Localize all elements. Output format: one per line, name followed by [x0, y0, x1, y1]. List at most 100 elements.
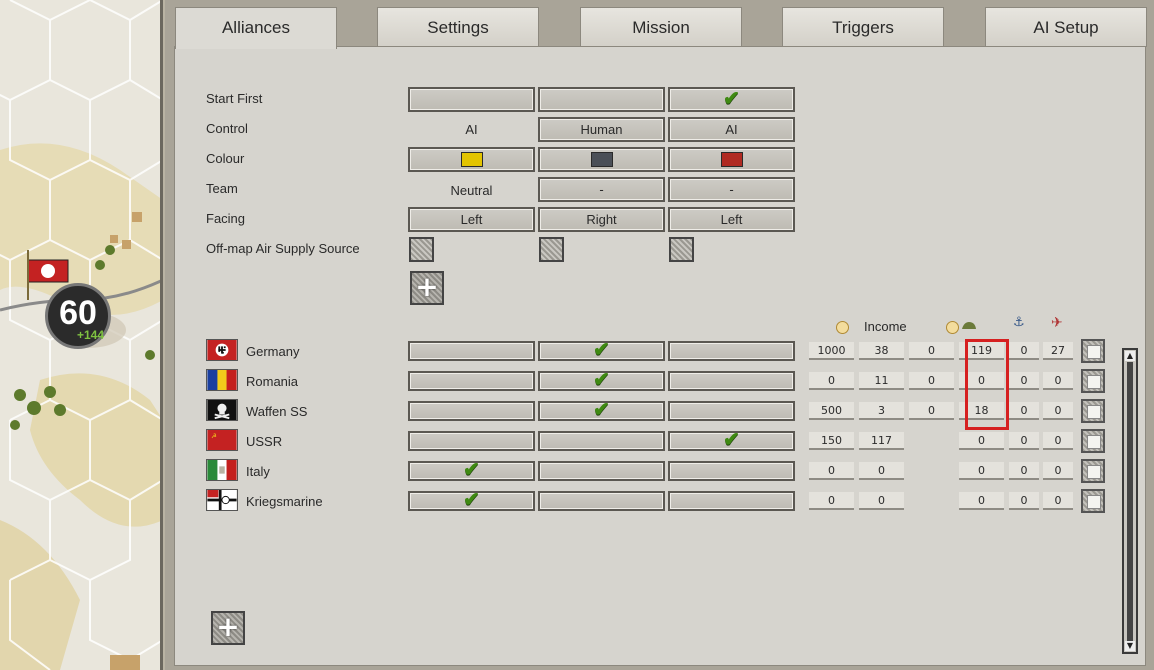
flag-germany-icon	[206, 339, 238, 361]
control-button-2[interactable]: Human	[538, 117, 665, 142]
faction-alliance-1-toggle[interactable]: ✔	[408, 489, 535, 511]
air-supply-toggle-3[interactable]	[669, 237, 694, 262]
faction-alliance-2-toggle[interactable]: ✔	[538, 339, 665, 361]
faction-alliance-3-toggle[interactable]	[668, 401, 795, 421]
faction-naval-field[interactable]: 0	[1009, 402, 1039, 420]
faction-alliance-2-toggle[interactable]	[538, 491, 665, 511]
colour-button-3[interactable]	[668, 147, 795, 172]
faction-c2-field[interactable]: 117	[859, 432, 904, 450]
faction-income-field[interactable]: 1000	[809, 342, 854, 360]
faction-name: Kriegsmarine	[246, 494, 323, 509]
colour-button-1[interactable]	[408, 147, 535, 172]
faction-naval-field[interactable]: 0	[1009, 492, 1039, 510]
checkmark-icon: ✔	[593, 399, 610, 421]
colour-button-2[interactable]	[538, 147, 665, 172]
faction-income-field[interactable]: 0	[809, 462, 854, 480]
faction-alliance-2-toggle[interactable]: ✔	[538, 369, 665, 391]
faction-alliance-1-toggle[interactable]	[408, 371, 535, 391]
checkmark-icon: ✔	[593, 339, 610, 361]
faction-alliance-1-toggle[interactable]: ✔	[408, 460, 535, 481]
faction-c2-field[interactable]: 0	[859, 492, 904, 510]
scroll-thumb[interactable]	[1127, 362, 1133, 644]
faction-land-field[interactable]: 0	[959, 492, 1004, 510]
add-alliance-button[interactable]: +	[410, 271, 444, 305]
scroll-up-icon[interactable]: ▲	[1125, 351, 1135, 361]
faction-land-field[interactable]: 0	[959, 432, 1004, 450]
unit-strength: 60	[59, 294, 97, 332]
checkmark-icon: ✔	[593, 369, 610, 391]
faction-alliance-3-toggle[interactable]: ✔	[668, 430, 795, 451]
faction-alliance-1-toggle[interactable]	[408, 431, 535, 451]
faction-air-field[interactable]: 0	[1043, 372, 1073, 390]
faction-alliance-1-toggle[interactable]	[408, 341, 535, 361]
faction-options-button[interactable]	[1081, 339, 1105, 363]
faction-name: Germany	[246, 344, 300, 359]
faction-name: Italy	[246, 464, 270, 479]
facing-button-2[interactable]: Right	[538, 207, 665, 232]
start-first-toggle-3[interactable]: ✔	[668, 87, 795, 112]
faction-c2-field[interactable]: 0	[859, 462, 904, 480]
tab-settings[interactable]: Settings	[377, 7, 539, 47]
faction-options-button[interactable]	[1081, 429, 1105, 453]
faction-options-button[interactable]	[1081, 459, 1105, 483]
faction-alliance-2-toggle[interactable]	[538, 461, 665, 481]
faction-income-field[interactable]: 500	[809, 402, 854, 420]
faction-naval-field[interactable]: 0	[1009, 372, 1039, 390]
unit-strength-badge[interactable]: 60 +144	[45, 283, 111, 349]
faction-scrollbar[interactable]: ▲ ▼	[1122, 348, 1138, 654]
faction-land-field[interactable]: 0	[959, 462, 1004, 480]
tab-triggers[interactable]: Triggers	[782, 7, 944, 47]
tab-mission[interactable]: Mission	[580, 7, 742, 47]
team-button-2[interactable]: -	[538, 177, 665, 202]
facing-button-3[interactable]: Left	[668, 207, 795, 232]
faction-options-button[interactable]	[1081, 489, 1105, 513]
map-view[interactable]: 60 +144	[0, 0, 163, 670]
start-first-toggle-2[interactable]	[538, 87, 665, 112]
faction-options-button[interactable]	[1081, 369, 1105, 393]
faction-naval-field[interactable]: 0	[1009, 432, 1039, 450]
team-value-1: Neutral	[450, 183, 493, 198]
faction-alliance-3-toggle[interactable]	[668, 341, 795, 361]
faction-c2-field[interactable]: 11	[859, 372, 904, 390]
faction-c3-field[interactable]: 0	[909, 372, 954, 390]
checkmark-icon: ✔	[463, 489, 480, 511]
faction-air-field[interactable]: 0	[1043, 492, 1073, 510]
income-header: Income	[864, 319, 907, 334]
faction-air-field[interactable]: 0	[1043, 402, 1073, 420]
start-first-label: Start First	[206, 91, 263, 106]
faction-options-button[interactable]	[1081, 399, 1105, 423]
faction-naval-field[interactable]: 0	[1009, 342, 1039, 360]
facing-button-1[interactable]: Left	[408, 207, 535, 232]
flag-kriegsmarine-icon	[206, 489, 238, 511]
naval-anchor-icon: ⚓	[1013, 315, 1025, 330]
faction-alliance-3-toggle[interactable]	[668, 461, 795, 481]
faction-air-field[interactable]: 0	[1043, 432, 1073, 450]
scroll-down-icon[interactable]: ▼	[1125, 641, 1135, 651]
tab-ai-setup[interactable]: AI Setup	[985, 7, 1147, 47]
air-supply-toggle-2[interactable]	[539, 237, 564, 262]
tab-alliances[interactable]: Alliances	[175, 7, 337, 49]
start-first-toggle-1[interactable]	[408, 87, 535, 112]
faction-alliance-1-toggle[interactable]	[408, 401, 535, 421]
faction-c3-field[interactable]: 0	[909, 402, 954, 420]
faction-naval-field[interactable]: 0	[1009, 462, 1039, 480]
prestige-coin-icon	[946, 321, 959, 334]
faction-air-field[interactable]: 0	[1043, 462, 1073, 480]
faction-c2-field[interactable]: 38	[859, 342, 904, 360]
faction-income-field[interactable]: 150	[809, 432, 854, 450]
faction-income-field[interactable]: 0	[809, 372, 854, 390]
control-value-1: AI	[465, 122, 478, 137]
faction-alliance-2-toggle[interactable]: ✔	[538, 399, 665, 421]
control-button-3[interactable]: AI	[668, 117, 795, 142]
faction-c3-field[interactable]: 0	[909, 342, 954, 360]
faction-air-field[interactable]: 27	[1043, 342, 1073, 360]
team-button-3[interactable]: -	[668, 177, 795, 202]
faction-alliance-2-toggle[interactable]	[538, 431, 665, 451]
faction-income-field[interactable]: 0	[809, 492, 854, 510]
faction-c2-field[interactable]: 3	[859, 402, 904, 420]
faction-alliance-3-toggle[interactable]	[668, 371, 795, 391]
add-faction-button[interactable]: +	[211, 611, 245, 645]
air-supply-toggle-1[interactable]	[409, 237, 434, 262]
faction-alliance-3-toggle[interactable]	[668, 491, 795, 511]
facing-label: Facing	[206, 211, 246, 226]
